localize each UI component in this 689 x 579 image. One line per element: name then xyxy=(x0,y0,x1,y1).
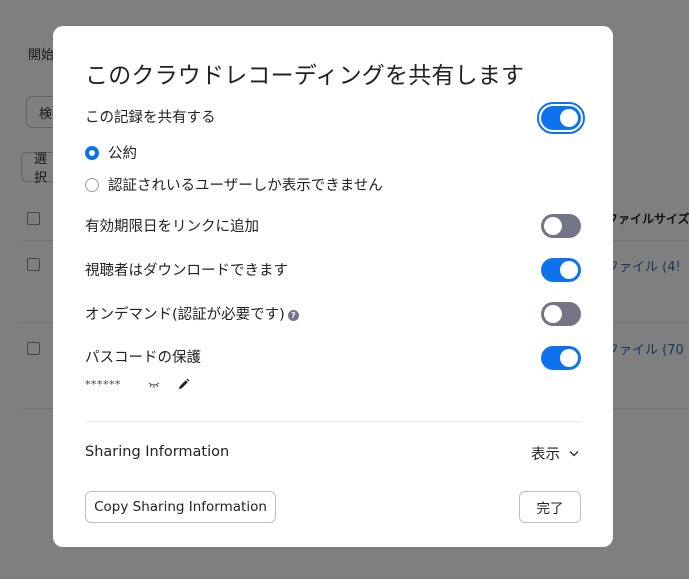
toggle-knob xyxy=(560,349,578,367)
toggle-knob xyxy=(560,109,578,127)
radio-authenticated-only[interactable]: 認証されいるユーザーしか表示できません xyxy=(85,174,383,195)
radio-button-checked[interactable] xyxy=(85,145,99,160)
on-demand-text: オンデマンド(認証が必要です) xyxy=(85,307,285,323)
copy-sharing-info-button[interactable]: Copy Sharing Information xyxy=(85,491,276,523)
toggle-knob xyxy=(560,261,578,279)
download-toggle[interactable] xyxy=(541,258,581,282)
share-recording-dialog: このクラウドレコーディングを共有します この記録を共有する 公約 認証されいるユ… xyxy=(53,26,613,547)
passcode-label: パスコードの保護 xyxy=(85,350,201,366)
radio-button-unchecked[interactable] xyxy=(85,177,99,192)
eye-hidden-icon[interactable] xyxy=(148,380,160,390)
done-button[interactable]: 完了 xyxy=(519,491,581,523)
toggle-knob xyxy=(544,217,562,235)
radio-public[interactable]: 公約 xyxy=(85,142,137,163)
on-demand-label: オンデマンド(認証が必要です)? xyxy=(85,303,299,324)
passcode-toggle[interactable] xyxy=(541,346,581,370)
expiry-label: 有効期限日をリンクに追加 xyxy=(85,219,259,235)
radio-authenticated-label: 認証されいるユーザーしか表示できません xyxy=(108,178,383,194)
download-label: 視聴者はダウンロードできます xyxy=(85,263,288,279)
toggle-knob xyxy=(544,305,562,323)
passcode-row: ****** xyxy=(85,378,190,391)
dialog-title: このクラウドレコーディングを共有します xyxy=(85,63,525,89)
expiry-toggle[interactable] xyxy=(541,214,581,238)
radio-public-label: 公約 xyxy=(108,146,137,162)
share-record-toggle[interactable] xyxy=(537,102,585,134)
passcode-value: ****** xyxy=(85,378,121,391)
sharing-info-label: Sharing Information xyxy=(85,444,230,460)
show-sharing-info-toggle[interactable]: 表示 xyxy=(531,443,579,464)
show-label: 表示 xyxy=(531,447,560,463)
section-divider xyxy=(85,421,581,422)
share-record-label: この記録を共有する xyxy=(85,110,216,126)
question-circle-icon[interactable]: ? xyxy=(287,310,299,321)
on-demand-toggle[interactable] xyxy=(541,302,581,326)
pencil-icon[interactable] xyxy=(177,378,190,391)
chevron-down-icon xyxy=(569,450,579,457)
